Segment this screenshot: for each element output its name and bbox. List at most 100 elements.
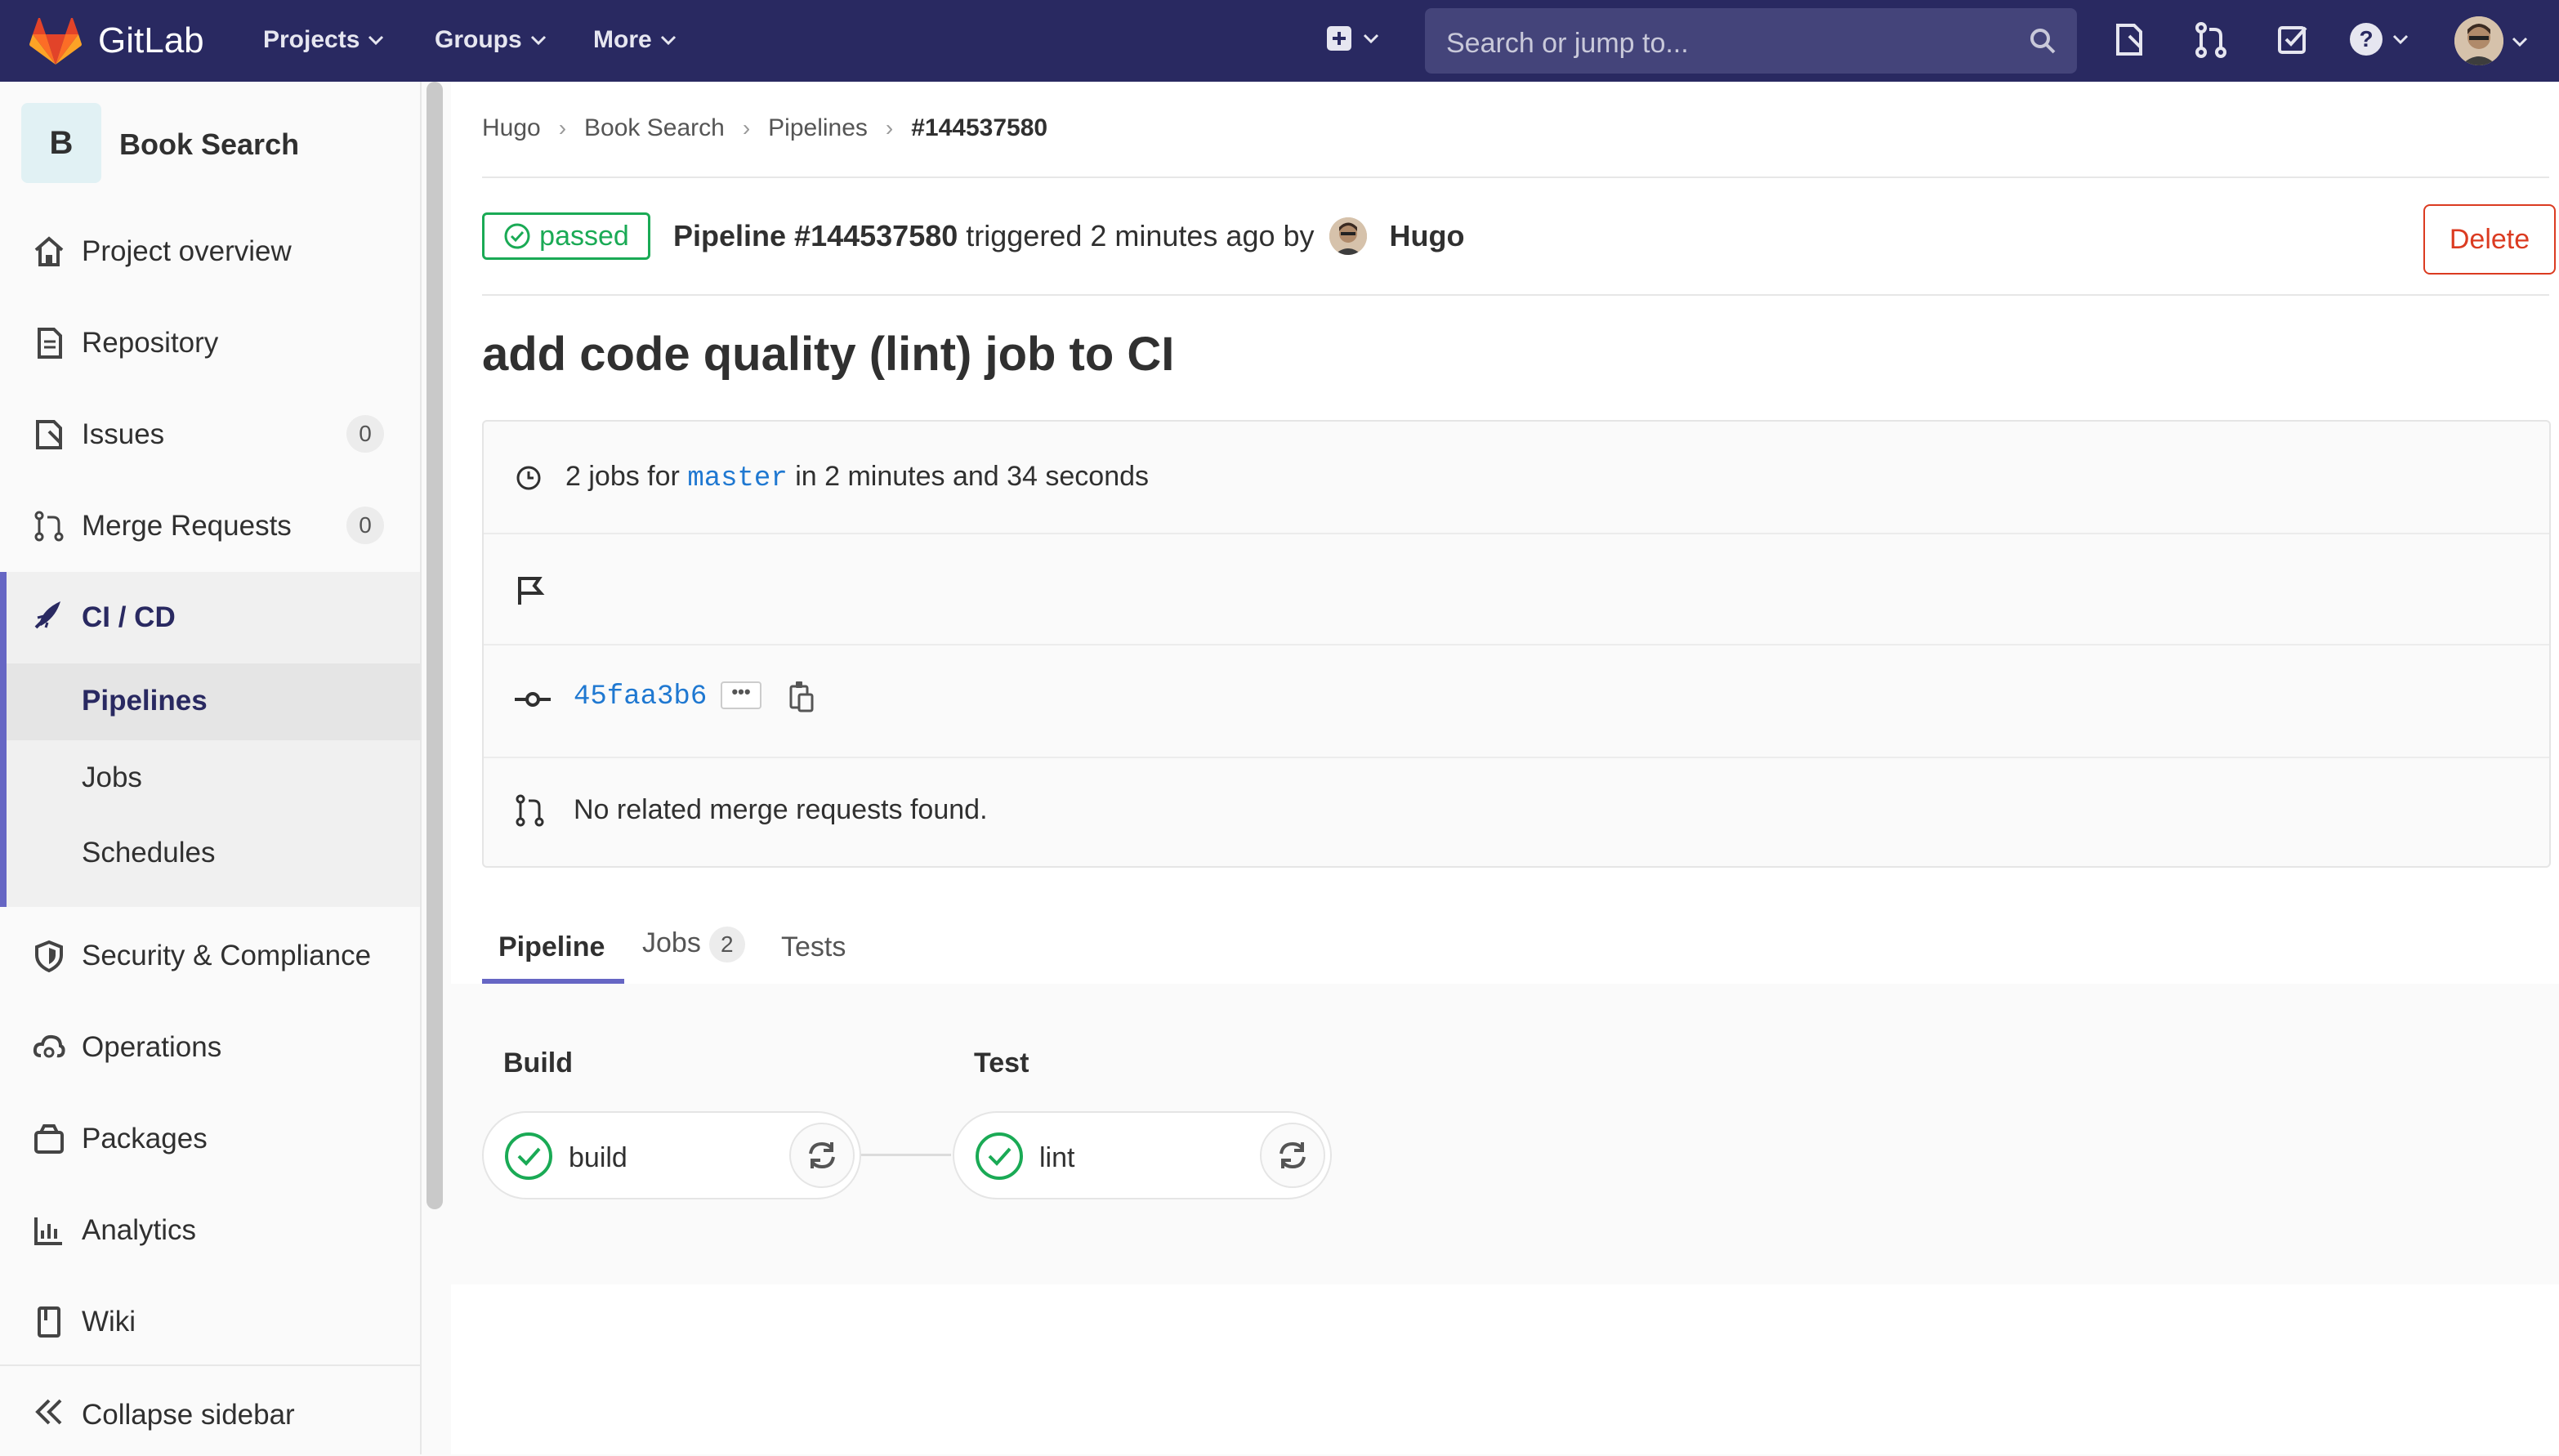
project-avatar[interactable]: B bbox=[21, 103, 101, 183]
merge-request-icon[interactable] bbox=[2195, 21, 2227, 59]
tab-jobs[interactable]: Jobs 2 bbox=[642, 927, 745, 962]
duration-text: in 2 minutes and 34 seconds bbox=[795, 461, 1150, 492]
merge-request-icon bbox=[34, 511, 64, 542]
help-dropdown[interactable]: ? bbox=[2348, 21, 2409, 57]
sidebar-item-issues[interactable]: Issues 0 bbox=[0, 392, 420, 474]
pipeline-graph: Build Test build lint bbox=[451, 984, 2559, 1284]
book-icon bbox=[38, 1306, 60, 1338]
check-circle-icon bbox=[505, 1132, 552, 1180]
sidebar-item-cicd[interactable]: CI / CD bbox=[7, 572, 420, 662]
groups-menu-label: Groups bbox=[435, 26, 522, 53]
svg-text:?: ? bbox=[2359, 26, 2373, 51]
sidebar-item-merge-requests[interactable]: Merge Requests 0 bbox=[0, 484, 420, 565]
stage-title-test: Test bbox=[974, 1047, 1029, 1079]
search-input[interactable] bbox=[1445, 26, 2003, 60]
question-icon: ? bbox=[2350, 23, 2383, 56]
shield-icon bbox=[35, 940, 63, 972]
chevron-down-icon bbox=[1363, 33, 1379, 44]
commit-row: 45faa3b6 ••• bbox=[484, 644, 2549, 758]
breadcrumb-item[interactable]: Hugo bbox=[482, 114, 541, 142]
sidebar-item-security-compliance[interactable]: Security & Compliance bbox=[0, 913, 420, 995]
main-content: Hugo › Book Search › Pipelines › #144537… bbox=[451, 82, 2559, 1284]
check-circle-icon bbox=[504, 223, 530, 249]
job-lint[interactable]: lint bbox=[953, 1111, 1332, 1199]
tab-tests[interactable]: Tests bbox=[781, 931, 846, 963]
pipeline-status-badge[interactable]: passed bbox=[482, 212, 650, 260]
sidebar-item-repository[interactable]: Repository bbox=[0, 301, 420, 382]
commit-title: add code quality (lint) job to CI bbox=[482, 328, 1175, 381]
flags-row bbox=[484, 533, 2549, 645]
breadcrumb-current[interactable]: #144537580 bbox=[911, 114, 1047, 142]
sidebar-item-packages[interactable]: Packages bbox=[0, 1096, 420, 1178]
breadcrumb-item[interactable]: Pipelines bbox=[768, 114, 868, 142]
retry-job-button[interactable] bbox=[1260, 1123, 1325, 1188]
projects-menu[interactable]: Projects bbox=[263, 26, 384, 54]
sidebar-item-project-overview[interactable]: Project overview bbox=[0, 209, 420, 291]
breadcrumb: Hugo › Book Search › Pipelines › #144537… bbox=[482, 114, 1047, 142]
groups-menu[interactable]: Groups bbox=[435, 26, 547, 54]
pipeline-trigger-text: triggered 2 minutes ago by bbox=[966, 219, 1315, 252]
merge-request-icon bbox=[516, 794, 544, 827]
sidebar-section-cicd: CI / CD Pipelines Jobs Schedules bbox=[0, 572, 420, 907]
cloud-gear-icon bbox=[33, 1034, 65, 1058]
chevron-down-icon[interactable] bbox=[2512, 36, 2528, 47]
sidebar-item-label: Merge Requests bbox=[82, 510, 292, 542]
sidebar-scrollbar[interactable] bbox=[426, 82, 443, 1209]
branch-link[interactable]: master bbox=[687, 463, 787, 494]
sidebar-subitem-jobs[interactable]: Jobs bbox=[82, 761, 142, 794]
project-name[interactable]: Book Search bbox=[119, 127, 299, 162]
double-chevron-left-icon bbox=[35, 1399, 62, 1425]
chart-icon bbox=[34, 1217, 62, 1245]
job-name: build bbox=[569, 1142, 627, 1173]
sidebar-item-label: Wiki bbox=[82, 1306, 136, 1338]
page-bottom bbox=[451, 1284, 2559, 1454]
sidebar-subitem-schedules[interactable]: Schedules bbox=[82, 837, 215, 869]
sidebar-item-label: Packages bbox=[82, 1123, 208, 1155]
pipeline-info-box: 2 jobs for master in 2 minutes and 34 se… bbox=[482, 420, 2551, 868]
search-box[interactable] bbox=[1425, 8, 2077, 74]
todo-icon[interactable] bbox=[2276, 21, 2309, 59]
retry-job-button[interactable] bbox=[789, 1123, 855, 1188]
issues-count-badge: 0 bbox=[346, 415, 384, 453]
plus-square-icon bbox=[1327, 26, 1351, 51]
user-avatar[interactable] bbox=[2454, 16, 2503, 65]
clock-icon bbox=[516, 466, 541, 490]
merge-requests-count-badge: 0 bbox=[346, 507, 384, 544]
breadcrumb-item[interactable]: Book Search bbox=[584, 114, 725, 142]
tab-pipeline[interactable]: Pipeline bbox=[498, 931, 605, 963]
issues-icon[interactable] bbox=[2113, 21, 2146, 59]
more-menu[interactable]: More bbox=[593, 26, 677, 54]
commit-sha-link[interactable]: 45faa3b6 bbox=[574, 681, 707, 712]
sidebar-item-wiki[interactable]: Wiki bbox=[0, 1280, 420, 1361]
collapse-sidebar-button[interactable]: Collapse sidebar bbox=[0, 1364, 420, 1456]
gitlab-logo-icon[interactable] bbox=[29, 18, 82, 65]
issues-icon bbox=[36, 420, 62, 449]
retry-icon bbox=[809, 1141, 835, 1169]
sidebar-item-label: CI / CD bbox=[82, 601, 176, 633]
sidebar-item-operations[interactable]: Operations bbox=[0, 1005, 420, 1087]
stage-title-build: Build bbox=[503, 1047, 573, 1079]
show-commit-description-button[interactable]: ••• bbox=[721, 681, 761, 709]
pipeline-tabs: Pipeline Jobs 2 Tests bbox=[482, 915, 2551, 985]
sidebar-subitem-pipelines[interactable]: Pipelines bbox=[7, 663, 420, 740]
delete-pipeline-button[interactable]: Delete bbox=[2423, 204, 2556, 275]
sidebar-item-analytics[interactable]: Analytics bbox=[0, 1188, 420, 1270]
job-build[interactable]: build bbox=[482, 1111, 861, 1199]
commit-icon bbox=[515, 692, 551, 707]
package-icon bbox=[34, 1124, 64, 1154]
sidebar-item-label: Operations bbox=[82, 1031, 222, 1063]
search-icon bbox=[2030, 29, 2056, 54]
author-name[interactable]: Hugo bbox=[1390, 219, 1465, 253]
brand-name[interactable]: GitLab bbox=[98, 21, 204, 60]
top-navbar: GitLab Projects Groups More ? bbox=[0, 0, 2559, 82]
chevron-down-icon bbox=[660, 35, 676, 46]
jobs-count-text: 2 jobs for bbox=[565, 461, 680, 492]
new-dropdown-button[interactable] bbox=[1325, 25, 1379, 52]
collapse-sidebar-label: Collapse sidebar bbox=[82, 1399, 295, 1431]
chevron-down-icon bbox=[2392, 34, 2409, 45]
home-icon bbox=[34, 236, 64, 266]
sidebar-item-label: Analytics bbox=[82, 1214, 197, 1246]
copy-icon[interactable] bbox=[788, 680, 815, 712]
merge-requests-row: No related merge requests found. bbox=[484, 757, 2549, 866]
author-avatar[interactable] bbox=[1329, 217, 1367, 255]
